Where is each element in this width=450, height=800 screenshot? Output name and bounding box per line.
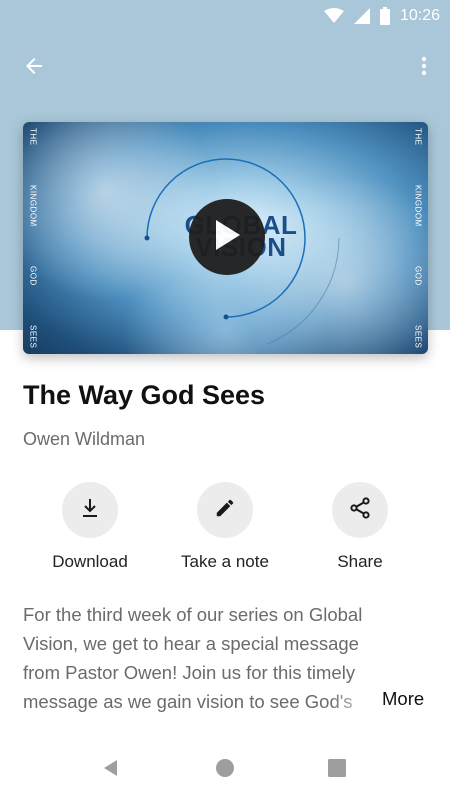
nav-home-button[interactable]	[205, 750, 245, 790]
square-recents-icon	[328, 758, 346, 782]
share-label: Share	[337, 552, 383, 571]
status-time: 10:26	[399, 7, 440, 24]
side-text-the: THE	[28, 128, 38, 146]
side-text-left: THE KINGDOM GOD SEES	[25, 122, 41, 354]
cell-signal-icon	[353, 8, 370, 24]
nav-back-button[interactable]	[91, 750, 131, 790]
side-text-god: GOD	[28, 265, 38, 286]
take-note-label: Take a note	[181, 552, 269, 571]
action-row: Download Take a note Share	[0, 482, 450, 582]
download-label: Download	[52, 552, 128, 571]
back-button[interactable]	[14, 48, 54, 88]
side-text-god: GOD	[413, 265, 423, 286]
more-vert-icon	[412, 54, 436, 83]
more-link[interactable]: More	[382, 688, 424, 710]
status-bar: 10:26	[0, 0, 450, 32]
share-circle	[332, 482, 388, 538]
side-text-kingdom: KINGDOM	[413, 184, 423, 227]
battery-icon	[379, 7, 390, 25]
share-button[interactable]: Share	[290, 482, 430, 572]
overflow-menu-button[interactable]	[404, 48, 444, 88]
arrow-left-icon	[22, 54, 46, 83]
play-button[interactable]	[189, 199, 265, 275]
side-text-the: THE	[413, 128, 423, 146]
download-circle	[62, 482, 118, 538]
video-player[interactable]: THE KINGDOM GOD SEES THE KINGDOM GOD SEE…	[23, 122, 428, 354]
pencil-icon	[214, 497, 236, 524]
take-note-button[interactable]: Take a note	[155, 482, 295, 572]
take-note-circle	[197, 482, 253, 538]
side-text-sees: SEES	[413, 324, 423, 348]
share-icon	[348, 496, 372, 525]
side-text-sees: SEES	[28, 324, 38, 348]
description-fade	[330, 686, 380, 716]
nav-recents-button[interactable]	[317, 750, 357, 790]
sermon-title: The Way God Sees	[23, 380, 266, 410]
play-icon	[212, 218, 242, 257]
app-bar	[0, 40, 450, 92]
wifi-icon	[323, 8, 344, 24]
system-nav-bar	[0, 740, 450, 800]
triangle-back-icon	[101, 758, 121, 783]
speaker-name: Owen Wildman	[23, 429, 146, 449]
download-icon	[78, 496, 102, 525]
circle-home-icon	[215, 758, 235, 783]
side-text-kingdom: KINGDOM	[28, 184, 38, 227]
side-text-right: THE KINGDOM GOD SEES	[410, 122, 426, 354]
download-button[interactable]: Download	[20, 482, 160, 572]
